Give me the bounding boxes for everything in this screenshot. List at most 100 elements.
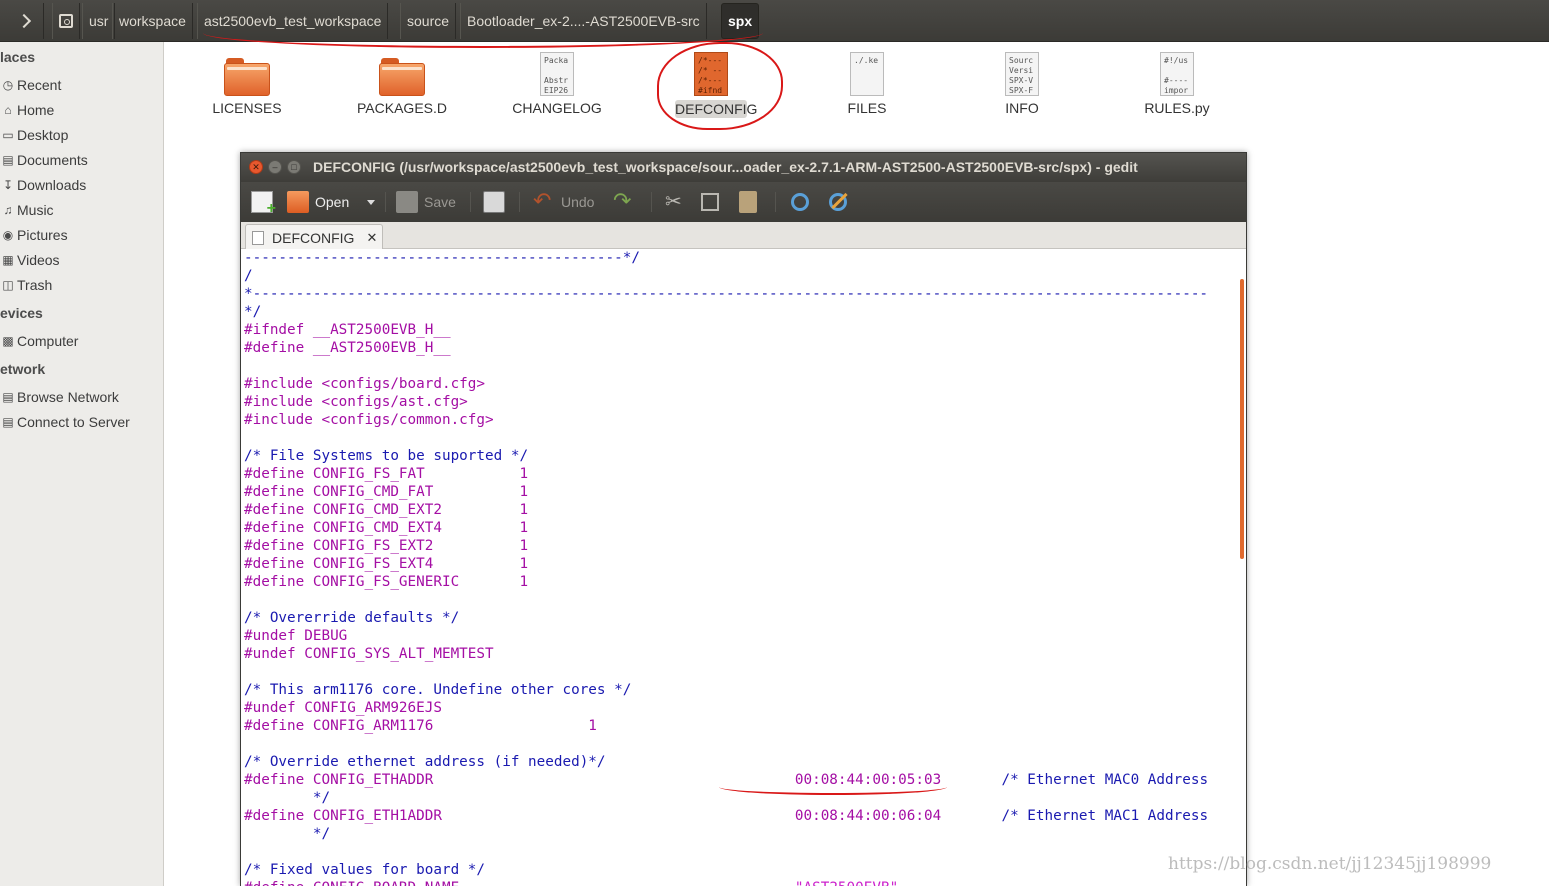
code-view[interactable]: ----------------------------------------… <box>244 249 1208 886</box>
sidebar-item-documents[interactable]: ▤ Documents <box>0 149 88 171</box>
copy-button[interactable] <box>701 188 725 216</box>
tab-close-icon[interactable]: ✕ <box>366 230 377 246</box>
file-item-files[interactable]: ./.ke FILES <box>807 48 927 124</box>
sidebar-item-browse-network[interactable]: ▤ Browse Network <box>0 386 119 408</box>
sidebar-item-trash[interactable]: ◫ Trash <box>0 274 52 296</box>
drive-icon: ▩ <box>2 334 14 348</box>
music-icon: ♫ <box>3 203 13 217</box>
code-line: #define CONFIG_CMD_EXT4 1 <box>244 520 529 536</box>
code-line: #define __AST2500EVB_H__ <box>244 340 451 356</box>
sidebar-item-music[interactable]: ♫ Music <box>0 199 54 221</box>
code-line: ----------------------------------------… <box>244 250 640 266</box>
watermark-url: https://blog.csdn.net/jj12345jj198999 <box>1168 854 1492 874</box>
sidebar-item-label: Trash <box>17 277 53 293</box>
sidebar-item-downloads[interactable]: ↧ Downloads <box>0 174 86 196</box>
code-line: #define CONFIG_ARM1176 1 <box>244 718 597 734</box>
sidebar-item-label: Documents <box>17 152 88 168</box>
file-label: INFO <box>1005 100 1039 116</box>
text-file-icon: Packa Abstr EIP26 <box>540 52 574 96</box>
file-item-packages-d[interactable]: PACKAGES.D <box>342 48 462 124</box>
sidebar-item-label: Recent <box>17 77 62 93</box>
open-button[interactable]: Open <box>287 188 349 216</box>
code-line: #undef DEBUG <box>244 628 348 644</box>
toolbar-separator <box>775 192 776 212</box>
sidebar-item-connect-to-server[interactable]: ▤ Connect to Server <box>0 411 130 433</box>
code-line: #define CONFIG_BOARD_NAME "AST2500EVB" <box>244 879 1208 886</box>
folder-open-icon <box>287 191 309 213</box>
cut-button[interactable] <box>663 188 691 216</box>
code-line: #include <configs/ast.cfg> <box>244 394 468 410</box>
window-maximize-button[interactable]: □ <box>287 160 301 174</box>
text-file-icon: ./.ke <box>850 52 884 96</box>
code-line: */ <box>244 790 331 806</box>
window-title: DEFCONFIG (/usr/workspace/ast2500evb_tes… <box>313 159 1138 175</box>
print-button[interactable] <box>483 188 511 216</box>
toolbar-separator <box>651 192 652 212</box>
sidebar-item-label: Desktop <box>17 127 69 143</box>
sidebar-item-home[interactable]: ⌂ Home <box>0 99 54 121</box>
file-item-info[interactable]: Sourc Versi SPX-V SPX-F INFO <box>962 48 1082 124</box>
toolbar-separator <box>470 192 471 212</box>
path-back-button[interactable] <box>8 3 44 39</box>
sidebar-item-videos[interactable]: ▦ Videos <box>0 249 59 271</box>
tab-defconfig[interactable]: DEFCONFIG ✕ <box>245 224 383 250</box>
path-root-button[interactable] <box>52 3 80 39</box>
window-close-button[interactable]: ✕ <box>249 160 263 174</box>
printer-icon <box>483 191 505 213</box>
undo-icon <box>533 188 555 214</box>
gedit-window: ✕ – □ DEFCONFIG (/usr/workspace/ast2500e… <box>240 152 1247 886</box>
code-line: #undef CONFIG_SYS_ALT_MEMTEST <box>244 646 494 662</box>
trash-icon: ◫ <box>2 278 14 292</box>
undo-label: Undo <box>561 194 595 210</box>
file-label: LICENSES <box>212 100 282 116</box>
find-replace-button[interactable] <box>827 188 855 216</box>
window-titlebar[interactable]: ✕ – □ DEFCONFIG (/usr/workspace/ast2500e… <box>241 153 1246 182</box>
code-line: #define CONFIG_FS_EXT2 1 <box>244 538 529 554</box>
annotation-underline-path <box>203 30 763 48</box>
places-sidebar: laces ◷ Recent ⌂ Home ▭ Desktop ▤ Docume… <box>0 42 164 886</box>
redo-button[interactable] <box>613 188 641 216</box>
new-document-icon <box>251 191 276 218</box>
sidebar-item-computer[interactable]: ▩ Computer <box>0 330 78 352</box>
code-line: /* File Systems to be suported */ <box>244 448 529 464</box>
code-line: #define CONFIG_CMD_FAT 1 <box>244 484 529 500</box>
paste-button[interactable] <box>739 188 763 216</box>
annotation-circle-defconfig <box>657 42 783 130</box>
sidebar-item-pictures[interactable]: ◉ Pictures <box>0 224 68 246</box>
close-icon: ✕ <box>252 161 260 172</box>
code-line: /* Override ethernet address (if needed)… <box>244 754 606 770</box>
text-editor-area[interactable]: ----------------------------------------… <box>241 249 1246 886</box>
text-file-icon: #!/us #---- impor <box>1160 52 1194 96</box>
chevron-right-icon <box>16 13 32 29</box>
maximize-icon: □ <box>291 161 297 172</box>
code-line: #ifndef __AST2500EVB_H__ <box>244 322 451 338</box>
scrollbar-thumb[interactable] <box>1240 279 1244 559</box>
file-label: PACKAGES.D <box>357 100 447 116</box>
file-item-rules-py[interactable]: #!/us #---- impor RULES.py <box>1117 48 1237 124</box>
sidebar-item-desktop[interactable]: ▭ Desktop <box>0 124 68 146</box>
open-label: Open <box>315 194 350 210</box>
sidebar-heading-network: etwork <box>0 361 46 377</box>
new-document-button[interactable] <box>251 188 279 218</box>
path-segment-usr[interactable]: usr <box>82 3 116 39</box>
file-item-licenses[interactable]: LICENSES <box>187 48 307 124</box>
editor-toolbar: Open Save Undo <box>241 182 1246 222</box>
open-recent-dropdown[interactable] <box>367 188 375 216</box>
find-replace-icon <box>827 191 849 213</box>
undo-button[interactable]: Undo <box>533 188 594 216</box>
save-label: Save <box>424 194 456 210</box>
save-button[interactable]: Save <box>396 188 456 216</box>
clipboard-icon <box>739 191 757 213</box>
find-button[interactable] <box>789 188 817 216</box>
file-item-changelog[interactable]: Packa Abstr EIP26 CHANGELOG <box>497 48 617 124</box>
sidebar-item-label: Browse Network <box>17 389 119 405</box>
sidebar-item-recent[interactable]: ◷ Recent <box>0 74 62 96</box>
window-minimize-button[interactable]: – <box>268 160 282 174</box>
code-line: */ <box>244 826 331 842</box>
path-segment-workspace[interactable]: workspace <box>112 3 193 39</box>
file-label: RULES.py <box>1144 100 1210 116</box>
